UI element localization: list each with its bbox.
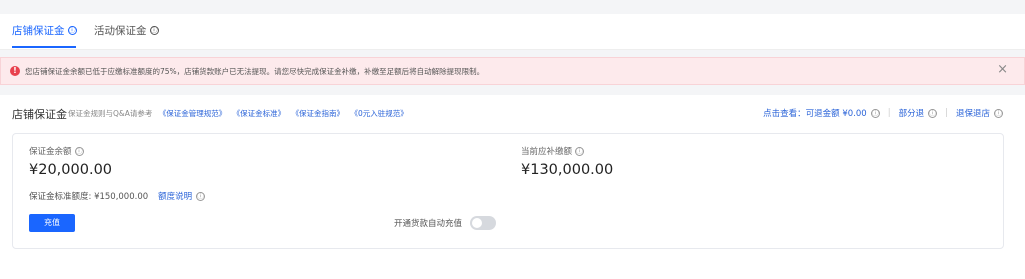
tab-label: 活动保证金 [94,25,147,37]
info-icon[interactable]: ⓘ [149,26,159,35]
standard-amount: 保证金标准额度: ¥150,000.00 [29,192,149,202]
auto-recharge-toggle[interactable] [470,216,497,230]
to-pay-value: ¥130,000.00 [521,162,614,178]
deposit-card: 店铺保证金 保证金规则与Q&A请参考 《保证金管理规范》 《保证金标准》 《保证… [0,95,1025,279]
info-icon[interactable]: ⓘ [67,26,77,35]
info-icon[interactable]: ⓘ [994,108,1003,118]
error-icon: ! [10,66,20,76]
tab-store-deposit[interactable]: 店铺保证金 ⓘ [12,23,77,38]
link-zero-entry[interactable]: 《0元入驻规范》 [350,109,407,118]
quota-explanation-link[interactable]: 额度说明 [158,190,192,202]
balance-label: 保证金余额 [29,147,72,157]
view-refundable-link[interactable]: 点击查看：可退金额 ¥0.00 [763,107,867,119]
alert-message: 您店铺保证金余额已低于应缴标准额度的75%，店铺货款账户已无法提现。请您尽快完成… [25,67,485,76]
page: 店铺保证金 ⓘ 活动保证金 ⓘ ! 您店铺保证金余额已低于应缴标准额度的75%，… [0,0,1025,279]
refund-close-store-link[interactable]: 退保退店 [956,107,990,119]
to-pay-label: 当前应补缴额 [521,147,573,157]
balance-panel: 保证金余额 ⓘ ¥20,000.00 当前应补缴额 ⓘ ¥130,000.00 … [12,133,1004,249]
info-icon[interactable]: ⓘ [928,108,938,118]
tab-activity-deposit[interactable]: 活动保证金 ⓘ [94,23,159,38]
to-pay-label-row: 当前应补缴额 ⓘ [521,145,585,157]
info-icon[interactable]: ⓘ [74,146,84,156]
info-icon[interactable]: ⓘ [196,191,206,201]
recharge-button[interactable]: 充值 [29,214,75,232]
balance-label-row: 保证金余额 ⓘ [29,145,84,157]
active-tab-indicator [12,46,76,48]
partial-refund-link[interactable]: 部分退 [899,107,925,119]
warning-alert: ! 您店铺保证金余额已低于应缴标准额度的75%，店铺货款账户已无法提现。请您尽快… [0,57,1025,85]
close-icon[interactable]: × [997,63,1008,77]
tab-bar: 店铺保证金 ⓘ 活动保证金 ⓘ [0,14,1025,50]
info-icon[interactable]: ⓘ [575,146,585,156]
rules-reference: 保证金规则与Q&A请参考 《保证金管理规范》 《保证金标准》 《保证金指南》 《… [68,108,408,119]
section-title: 店铺保证金 [12,108,67,121]
standard-amount-row: 保证金标准额度: ¥150,000.00 额度说明 ⓘ [29,190,206,202]
link-deposit-guide[interactable]: 《保证金指南》 [292,109,345,118]
link-deposit-management[interactable]: 《保证金管理规范》 [159,109,227,118]
rules-prefix: 保证金规则与Q&A请参考 [68,109,153,118]
tab-label: 店铺保证金 [12,25,65,37]
auto-recharge-label: 开通货款自动充值 [394,219,463,229]
balance-value: ¥20,000.00 [29,162,113,178]
toggle-knob [472,218,483,228]
info-icon[interactable]: ⓘ [870,108,880,118]
auto-recharge-row: 开通货款自动充值 [394,216,497,230]
link-deposit-standard[interactable]: 《保证金标准》 [233,109,286,118]
refund-actions: 点击查看：可退金额 ¥0.00 ⓘ | 部分退 ⓘ | 退保退店 ⓘ [763,107,1003,119]
